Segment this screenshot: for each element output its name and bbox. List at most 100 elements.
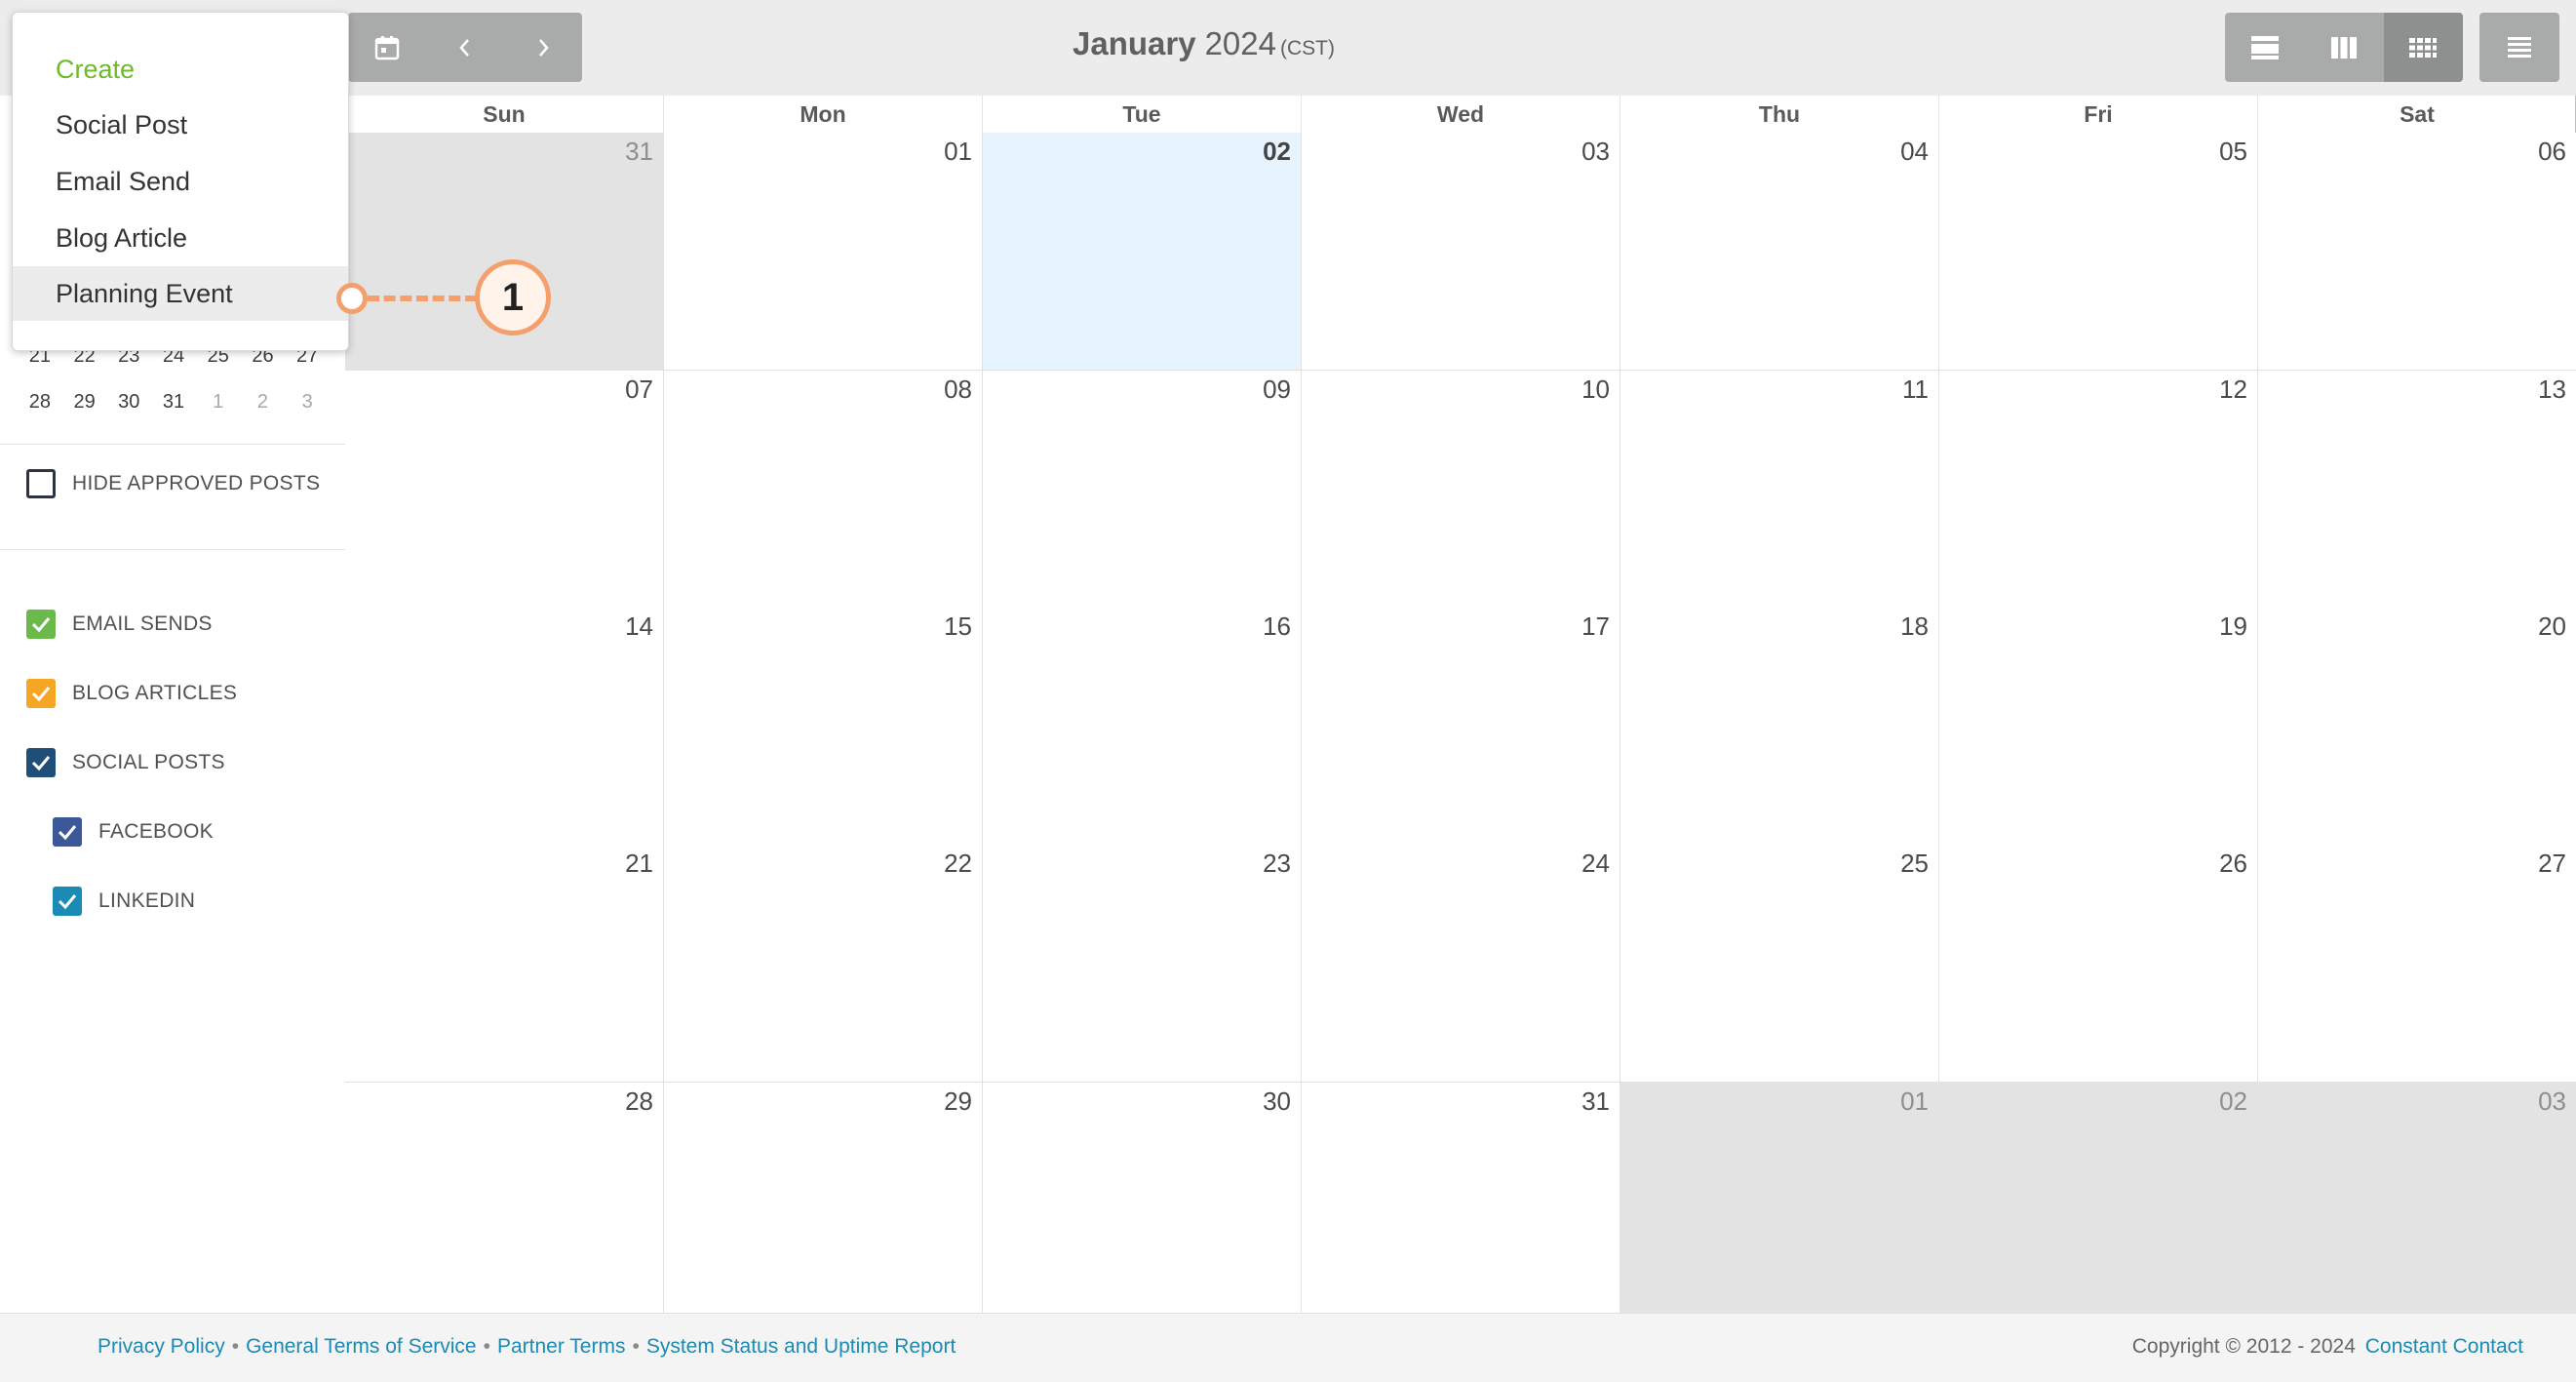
day-cell[interactable]: 23 <box>982 845 1301 1082</box>
mini-calendar-day[interactable]: 28 <box>18 391 62 414</box>
weekday-label: Thu <box>1620 96 1938 133</box>
day-cell[interactable]: 28 <box>345 1083 663 1313</box>
title-year: 2024 <box>1204 25 1276 61</box>
day-cell[interactable]: 07 <box>345 371 663 608</box>
day-view-button[interactable] <box>2225 13 2304 82</box>
day-cell[interactable]: 18 <box>1620 608 1938 845</box>
day-cell-today[interactable]: 02 <box>982 133 1301 370</box>
menu-item-social-post[interactable]: Social Post <box>13 98 348 152</box>
email-sends-checkbox[interactable]: EMAIL SENDS <box>26 610 213 639</box>
calendar-icon <box>374 35 400 59</box>
day-number: 21 <box>625 849 653 878</box>
menu-item-planning-event[interactable]: Planning Event <box>13 266 348 321</box>
day-cell[interactable]: 15 <box>663 608 982 845</box>
day-number: 09 <box>1263 375 1291 404</box>
day-cell[interactable]: 01 <box>663 133 982 370</box>
day-number: 13 <box>2538 375 2566 404</box>
facebook-label: FACEBOOK <box>98 820 214 843</box>
weekday-label: Tue <box>982 96 1301 133</box>
list-view-button[interactable] <box>2479 13 2559 82</box>
day-number: 24 <box>1581 849 1610 878</box>
hide-approved-posts-checkbox[interactable]: HIDE APPROVED POSTS <box>26 469 320 498</box>
previous-month-button[interactable] <box>426 13 504 82</box>
day-cell[interactable]: 26 <box>1938 845 2257 1082</box>
date-picker-button[interactable] <box>348 13 426 82</box>
day-number: 31 <box>1581 1086 1610 1116</box>
day-number: 22 <box>944 849 972 878</box>
day-cell[interactable]: 27 <box>2257 845 2576 1082</box>
day-cell[interactable]: 17 <box>1301 608 1620 845</box>
mini-calendar-day[interactable]: 30 <box>106 391 151 414</box>
day-cell[interactable]: 19 <box>1938 608 2257 845</box>
checkmark-icon <box>53 817 82 847</box>
social-posts-checkbox[interactable]: SOCIAL POSTS <box>26 748 225 777</box>
day-cell[interactable]: 08 <box>663 371 982 608</box>
partner-terms-link[interactable]: Partner Terms <box>497 1335 626 1359</box>
mini-calendar-day[interactable]: 2 <box>241 391 286 414</box>
day-number: 28 <box>625 1086 653 1116</box>
checkmark-icon <box>53 887 82 916</box>
day-cell[interactable]: 30 <box>982 1083 1301 1313</box>
footer: Privacy Policy • General Terms of Servic… <box>0 1313 2576 1382</box>
day-number: 18 <box>1900 612 1929 641</box>
weekday-label: Sat <box>2257 96 2576 133</box>
menu-item-blog-article[interactable]: Blog Article <box>13 211 348 265</box>
day-number: 01 <box>1900 1086 1929 1116</box>
mini-calendar-row: 28 29 30 31 1 2 3 <box>18 391 330 414</box>
mini-calendar-day[interactable]: 3 <box>285 391 330 414</box>
day-cell[interactable]: 09 <box>982 371 1301 608</box>
day-cell[interactable]: 16 <box>982 608 1301 845</box>
day-cell[interactable]: 31 <box>1301 1083 1620 1313</box>
day-cell[interactable]: 04 <box>1620 133 1938 370</box>
facebook-checkbox[interactable]: FACEBOOK <box>53 817 214 847</box>
checkmark-icon <box>26 679 56 708</box>
menu-item-create[interactable]: Create <box>13 42 348 97</box>
day-cell[interactable]: 05 <box>1938 133 2257 370</box>
view-switcher <box>2225 13 2463 82</box>
terms-of-service-link[interactable]: General Terms of Service <box>246 1335 477 1359</box>
day-cell[interactable]: 03 <box>1301 133 1620 370</box>
day-cell[interactable]: 10 <box>1301 371 1620 608</box>
day-cell[interactable]: 13 <box>2257 371 2576 608</box>
week-view-button[interactable] <box>2304 13 2383 82</box>
day-cell[interactable]: 21 <box>345 845 663 1082</box>
privacy-policy-link[interactable]: Privacy Policy <box>98 1335 225 1359</box>
day-cell[interactable]: 02 <box>1938 1083 2257 1313</box>
day-number: 25 <box>1900 849 1929 878</box>
mini-calendar-day[interactable]: 1 <box>196 391 241 414</box>
weekday-label: Mon <box>663 96 982 133</box>
day-cell[interactable]: 12 <box>1938 371 2257 608</box>
day-number: 03 <box>1581 137 1610 166</box>
system-status-link[interactable]: System Status and Uptime Report <box>646 1335 956 1359</box>
day-cell[interactable]: 03 <box>2257 1083 2576 1313</box>
day-number: 02 <box>2219 1086 2247 1116</box>
day-cell[interactable]: 11 <box>1620 371 1938 608</box>
mini-calendar-day[interactable]: 29 <box>62 391 107 414</box>
callout-connector <box>368 296 477 301</box>
sidebar-divider <box>0 444 345 445</box>
footer-separator: • <box>483 1335 490 1358</box>
constant-contact-link[interactable]: Constant Contact <box>2365 1335 2523 1358</box>
calendar-header: January 2024 (CST) <box>0 0 2576 96</box>
linkedin-label: LINKEDIN <box>98 889 196 912</box>
day-cell[interactable]: 29 <box>663 1083 982 1313</box>
week-row: 07 08 09 10 11 12 13 <box>345 371 2576 609</box>
day-cell[interactable]: 25 <box>1620 845 1938 1082</box>
day-cell[interactable]: 22 <box>663 845 982 1082</box>
day-cell[interactable]: 06 <box>2257 133 2576 370</box>
day-number: 03 <box>2538 1086 2566 1116</box>
day-cell[interactable]: 01 <box>1620 1083 1938 1313</box>
title-month: January <box>1073 25 1196 61</box>
month-view-icon <box>2409 37 2438 58</box>
day-cell[interactable]: 24 <box>1301 845 1620 1082</box>
month-view-button[interactable] <box>2383 13 2463 82</box>
mini-calendar-day[interactable]: 31 <box>151 391 196 414</box>
linkedin-checkbox[interactable]: LINKEDIN <box>53 887 195 916</box>
hide-approved-posts-label: HIDE APPROVED POSTS <box>72 472 321 494</box>
next-month-button[interactable] <box>504 13 582 82</box>
day-cell[interactable]: 14 <box>345 608 663 845</box>
menu-item-email-send[interactable]: Email Send <box>13 154 348 209</box>
day-number: 04 <box>1900 137 1929 166</box>
day-cell[interactable]: 20 <box>2257 608 2576 845</box>
blog-articles-checkbox[interactable]: BLOG ARTICLES <box>26 679 237 708</box>
